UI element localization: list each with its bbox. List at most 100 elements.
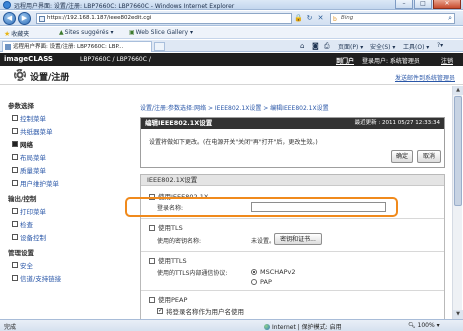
use-ttls-row: 使用TTLS bbox=[149, 255, 187, 265]
login-as-user-checkbox[interactable] bbox=[157, 308, 163, 314]
maximize-button[interactable]: □ bbox=[414, 0, 432, 9]
home-icon[interactable]: ⌂ bbox=[300, 42, 305, 50]
page-scrollbar[interactable]: ▲ ▼ bbox=[452, 86, 463, 319]
zoom-label: 100% bbox=[417, 322, 435, 329]
login-name-highlight bbox=[125, 197, 398, 217]
divider bbox=[141, 290, 444, 291]
new-tab-button[interactable] bbox=[154, 42, 165, 51]
scroll-up-icon[interactable]: ▲ bbox=[453, 86, 463, 95]
use-peap-checkbox[interactable] bbox=[149, 297, 155, 303]
close-button[interactable]: ✕ bbox=[433, 0, 461, 9]
sidebar-item-quality[interactable]: 质量菜单 bbox=[12, 165, 46, 175]
refresh-icon[interactable]: ↻ bbox=[305, 14, 314, 23]
sidebar-item-device-control[interactable]: 设备控制 bbox=[12, 232, 46, 242]
use-tls-checkbox[interactable] bbox=[149, 225, 155, 231]
page-subheader: 设置/注册 发送邮件到系统管理员 bbox=[0, 66, 463, 85]
scroll-down-icon[interactable]: ▼ bbox=[453, 310, 463, 319]
tools-menu[interactable]: 工具(O) ▾ bbox=[403, 42, 429, 51]
ieee8021x-section: IEEE802.1X设置 使用IEEE802.1X 登录名称: 使用TLS 使用… bbox=[140, 174, 445, 319]
divider bbox=[141, 218, 444, 219]
window-titlebar: 远程用户界面: 设置/注册: LBP7660C: LBP7660C - Wind… bbox=[0, 0, 463, 10]
sidebar-item-control[interactable]: 控制菜单 bbox=[12, 113, 46, 123]
mschapv2-label: MSCHAPv2 bbox=[260, 268, 296, 276]
globe-icon bbox=[264, 324, 270, 330]
bing-icon: b bbox=[333, 16, 337, 23]
search-input[interactable]: b Bing ⌕ bbox=[330, 13, 455, 24]
sidebar-item-layout[interactable]: 布局菜单 bbox=[12, 152, 46, 162]
portal-link[interactable]: 到门户 bbox=[336, 56, 354, 65]
fav-link-suggested[interactable]: ▲ Sites suggérés ▾ bbox=[58, 29, 114, 36]
sidebar: 参数选择 控制菜单 共纸器菜单 网络 布局菜单 质量菜单 用户维护菜单 输出/控… bbox=[0, 97, 138, 319]
fav-link-label: Sites suggérés ▾ bbox=[64, 29, 114, 36]
address-bar: ◀ ▶ https://192.168.1.187/ieee802edit.cg… bbox=[0, 11, 463, 26]
search-placeholder: Bing bbox=[341, 15, 354, 21]
ttls-protocol-label: 使用的TTLS内部通信协议: bbox=[157, 270, 228, 277]
login-as-user-label: 将登录名称作为用户名使用 bbox=[166, 308, 244, 316]
use-tls-label: 使用TLS bbox=[158, 224, 183, 232]
browser-tab[interactable]: 远程用户界面: 设置/注册: LBP7660C: LBP... bbox=[2, 41, 152, 52]
pap-radio[interactable] bbox=[251, 279, 257, 285]
minimize-button[interactable]: – bbox=[395, 0, 413, 9]
cancel-button[interactable]: 取消 bbox=[417, 150, 441, 163]
device-model: LBP7660C / LBP7660C / bbox=[80, 56, 151, 63]
settings-gear-icon bbox=[14, 69, 26, 81]
webslice-icon: ▣ bbox=[129, 29, 135, 36]
use-tls-row: 使用TLS bbox=[149, 222, 183, 232]
url-field[interactable]: https://192.168.1.187/ieee802edit.cgi bbox=[36, 13, 292, 24]
last-updated: 最近更新 : 2011 05/27 12:33:34 bbox=[354, 120, 440, 126]
scroll-thumb[interactable] bbox=[454, 96, 462, 206]
safety-menu[interactable]: 安全(S) ▾ bbox=[370, 42, 395, 51]
back-icon[interactable]: ◀ bbox=[3, 12, 16, 25]
window-controls: – □ ✕ bbox=[394, 0, 461, 9]
mschapv2-radio[interactable] bbox=[251, 269, 257, 275]
use-peap-label: 使用PEAP bbox=[158, 296, 188, 304]
sidebar-item-maintenance[interactable]: 用户维护菜单 bbox=[12, 178, 59, 188]
forward-icon[interactable]: ▶ bbox=[18, 12, 31, 25]
feeds-icon[interactable]: ◙ bbox=[312, 42, 320, 50]
sidebar-item-network[interactable]: 网络 bbox=[12, 139, 33, 149]
stop-icon[interactable]: ✕ bbox=[316, 14, 325, 23]
breadcrumb-path[interactable]: 设置/注册:参数选择:网络 > IEEE802.1X设置 > 编辑IEEE802… bbox=[140, 105, 329, 112]
lock-icon[interactable]: 🔒 bbox=[294, 14, 303, 23]
logout-link[interactable]: 注销 bbox=[441, 56, 453, 65]
zoom-level[interactable]: 🔍︎ 100% ▾ bbox=[408, 322, 440, 329]
url-text: https://192.168.1.187/ieee802edit.cgi bbox=[47, 15, 152, 21]
window-title: 远程用户界面: 设置/注册: LBP7660C: LBP7660C - Wind… bbox=[14, 3, 235, 10]
edit-panel-header: 编辑IEEE802.1X设置 最近更新 : 2011 05/27 12:33:3… bbox=[141, 118, 444, 129]
status-bar: 完成 Internet | 保护模式: 启用 🔍︎ 100% ▾ bbox=[0, 319, 463, 331]
pap-label: PAP bbox=[260, 278, 272, 286]
sidebar-section-admin: 管理设置 bbox=[8, 249, 34, 257]
ttls-option-pap[interactable]: PAP bbox=[251, 278, 272, 286]
mail-admin-link[interactable]: 发送邮件到系统管理员 bbox=[395, 73, 455, 82]
page-header: imageCLASS LBP7660C / LBP7660C / 到门户 登录用… bbox=[0, 53, 463, 66]
sidebar-section-output: 输出/控制 bbox=[8, 195, 37, 203]
edit-panel: 编辑IEEE802.1X设置 最近更新 : 2011 05/27 12:33:3… bbox=[140, 117, 445, 168]
star-icon: ★ bbox=[4, 29, 11, 38]
sidebar-item-feeder[interactable]: 共纸器菜单 bbox=[12, 126, 53, 136]
favorites-bar: ★ 收藏夹 ▲ Sites suggérés ▾ ▣ Web Slice Gal… bbox=[0, 27, 463, 39]
ok-button[interactable]: 确定 bbox=[391, 150, 413, 163]
tab-bar: 远程用户界面: 设置/注册: LBP7660C: LBP... ⌂ ◙ ⎙ 页面… bbox=[0, 40, 463, 52]
help-menu[interactable]: ?▾ bbox=[437, 42, 443, 49]
fav-link-webslice[interactable]: ▣ Web Slice Gallery ▾ bbox=[128, 29, 193, 36]
ttls-option-mschapv2[interactable]: MSCHAPv2 bbox=[251, 268, 296, 276]
sidebar-item-support-links[interactable]: 信道/支持链接 bbox=[11, 273, 61, 283]
edit-panel-title: 编辑IEEE802.1X设置 bbox=[145, 119, 213, 127]
page-icon bbox=[39, 16, 45, 22]
sidebar-item-check[interactable]: 检查 bbox=[12, 219, 33, 229]
page-menu[interactable]: 页面(P) ▾ bbox=[338, 42, 363, 51]
key-name-label: 使用的密钥名称: bbox=[157, 238, 202, 245]
login-as-user-row: 将登录名称作为用户名使用 bbox=[157, 306, 244, 316]
page-title: 设置/注册 bbox=[30, 73, 70, 83]
print-icon[interactable]: ⎙ bbox=[324, 42, 331, 51]
tab-favicon bbox=[5, 44, 11, 50]
zoom-icon: 🔍︎ bbox=[408, 322, 418, 329]
search-icon[interactable]: ⌕ bbox=[448, 14, 452, 23]
favorites-button[interactable]: ★ 收藏夹 bbox=[4, 29, 29, 39]
section-title: IEEE802.1X设置 bbox=[141, 175, 444, 186]
sidebar-item-print[interactable]: 打印菜单 bbox=[12, 206, 46, 216]
security-zone: Internet | 保护模式: 启用 bbox=[264, 322, 342, 331]
use-ttls-checkbox[interactable] bbox=[149, 258, 155, 264]
key-cert-button[interactable]: 密钥和证书... bbox=[274, 233, 322, 245]
sidebar-item-security[interactable]: 安全 bbox=[12, 260, 33, 270]
